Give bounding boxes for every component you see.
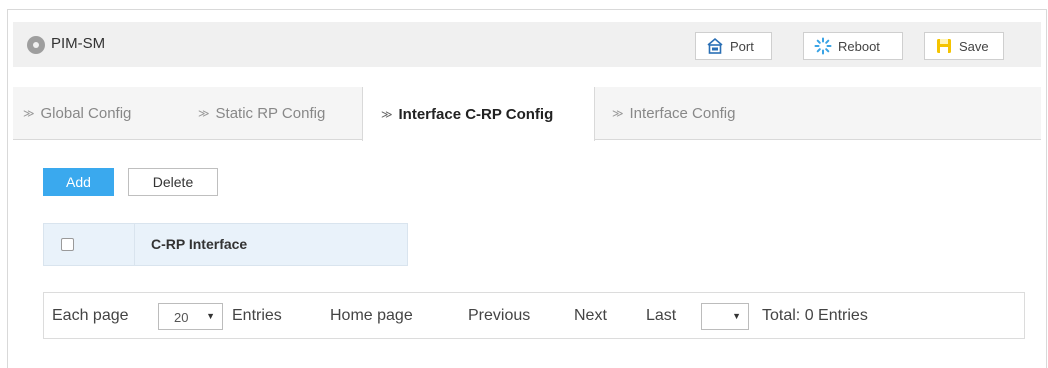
pagination-bar: Each page 20 ▼ Entries Home page Previou…	[43, 292, 1025, 339]
tab-interface-config[interactable]: ≫ Interface Config	[612, 87, 735, 140]
previous-link[interactable]: Previous	[468, 307, 530, 325]
save-button[interactable]: Save	[924, 32, 1004, 60]
tab-label: Interface Config	[629, 105, 736, 122]
chevron-right-icon: ≫	[198, 108, 210, 120]
next-link[interactable]: Next	[574, 307, 607, 325]
reboot-button-label: Reboot	[838, 38, 880, 54]
save-icon	[935, 37, 953, 55]
port-icon	[706, 37, 724, 55]
select-all-cell	[44, 224, 135, 265]
home-page-link[interactable]: Home page	[330, 307, 413, 325]
page-header: PIM-SM Port Reboot Save	[13, 22, 1041, 67]
chevron-right-icon: ≫	[23, 108, 35, 120]
select-all-checkbox[interactable]	[61, 238, 74, 251]
page-size-select[interactable]: 20 ▼	[158, 303, 223, 330]
entries-label: Entries	[232, 307, 282, 324]
dropdown-arrow-icon: ▼	[732, 311, 741, 321]
dropdown-arrow-icon: ▼	[206, 311, 215, 321]
column-header-c-rp-interface: C-RP Interface	[151, 236, 248, 252]
port-button-label: Port	[730, 38, 754, 54]
page-title: PIM-SM	[51, 35, 106, 52]
total-entries-label: Total: 0 Entries	[762, 307, 868, 324]
reboot-button[interactable]: Reboot	[803, 32, 903, 60]
each-page-label: Each page	[52, 307, 129, 324]
tab-static-rp-config[interactable]: ≫ Static RP Config	[198, 87, 325, 140]
page-size-value: 20	[174, 310, 189, 325]
table-header: C-RP Interface	[43, 223, 408, 266]
save-button-label: Save	[959, 38, 989, 54]
chevron-right-icon: ≫	[381, 108, 393, 121]
chevron-right-icon: ≫	[612, 108, 624, 120]
tab-global-config[interactable]: ≫ Global Config	[23, 87, 131, 140]
tab-label: Static RP Config	[215, 105, 326, 122]
tab-bar: ≫ Global Config ≫ Static RP Config ≫ Int…	[13, 87, 1041, 141]
add-button[interactable]: Add	[43, 168, 114, 196]
port-button[interactable]: Port	[695, 32, 772, 60]
location-pin-icon	[27, 36, 45, 54]
tab-interface-c-rp-config[interactable]: ≫ Interface C-RP Config	[362, 87, 595, 141]
reboot-icon	[814, 37, 832, 55]
delete-button[interactable]: Delete	[128, 168, 218, 196]
last-link[interactable]: Last	[646, 307, 676, 325]
tab-label: Interface C-RP Config	[398, 105, 554, 123]
page-number-select[interactable]: ▼	[701, 303, 749, 330]
tab-label: Global Config	[40, 105, 132, 122]
